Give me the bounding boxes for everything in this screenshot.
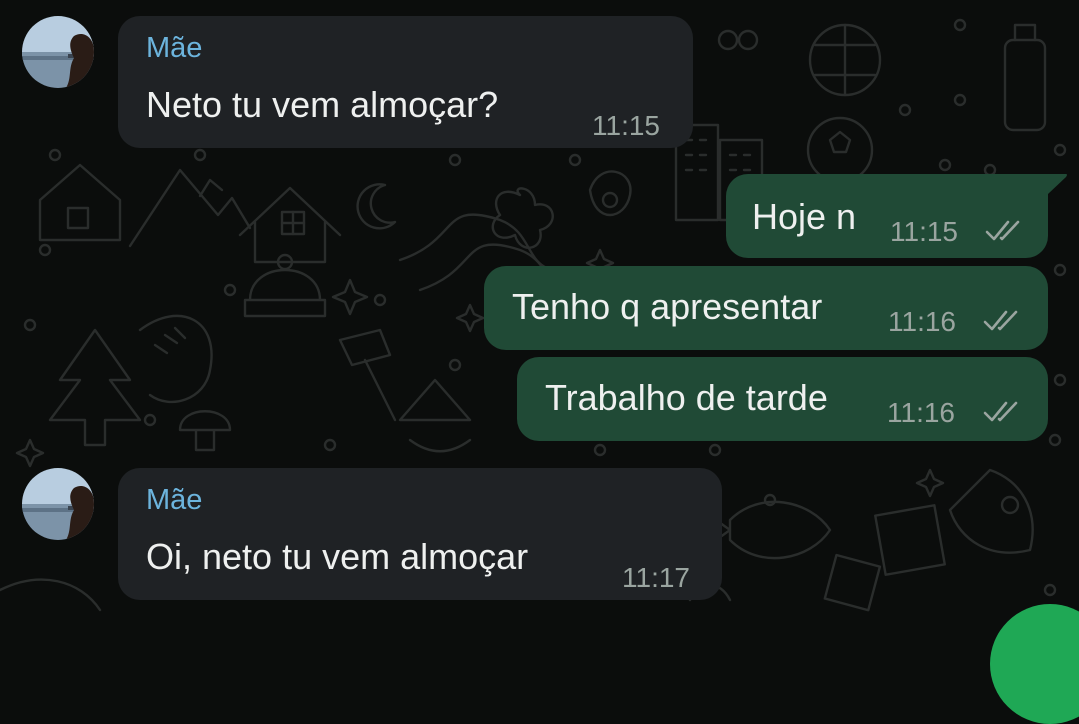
read-double-check-icon [985, 220, 1020, 241]
message-bubble[interactable]: Mãe Oi, neto tu vem almoçar 11:17 [118, 468, 722, 600]
message-text: Tenho q apresentar [512, 286, 823, 327]
read-double-check-icon [983, 401, 1018, 422]
contact-avatar[interactable] [22, 468, 94, 540]
message-bubble[interactable]: Hoje n 11:15 [726, 174, 1048, 258]
sender-name: Mãe [146, 484, 203, 516]
avatar-photo [22, 468, 94, 540]
message-bubble[interactable]: Tenho q apresentar 11:16 [484, 266, 1048, 350]
bubble-tail [1040, 174, 1067, 194]
message-time: 11:16 [888, 306, 956, 337]
message-text: Neto tu vem almoçar? [146, 84, 499, 125]
message-text: Oi, neto tu vem almoçar [146, 536, 529, 577]
message-text: Trabalho de tarde [545, 377, 828, 418]
message-time: 11:15 [890, 216, 958, 247]
contact-avatar[interactable] [22, 16, 94, 88]
message-bubble[interactable]: Trabalho de tarde 11:16 [517, 357, 1048, 441]
read-double-check-icon [983, 310, 1018, 331]
avatar-photo [22, 16, 94, 88]
sender-name: Mãe [146, 32, 203, 64]
message-time: 11:16 [887, 397, 955, 428]
message-bubble[interactable]: Mãe Neto tu vem almoçar? 11:15 [118, 16, 693, 148]
message-time: 11:17 [622, 562, 690, 593]
message-time: 11:15 [592, 110, 660, 141]
message-text: Hoje n [752, 196, 857, 237]
